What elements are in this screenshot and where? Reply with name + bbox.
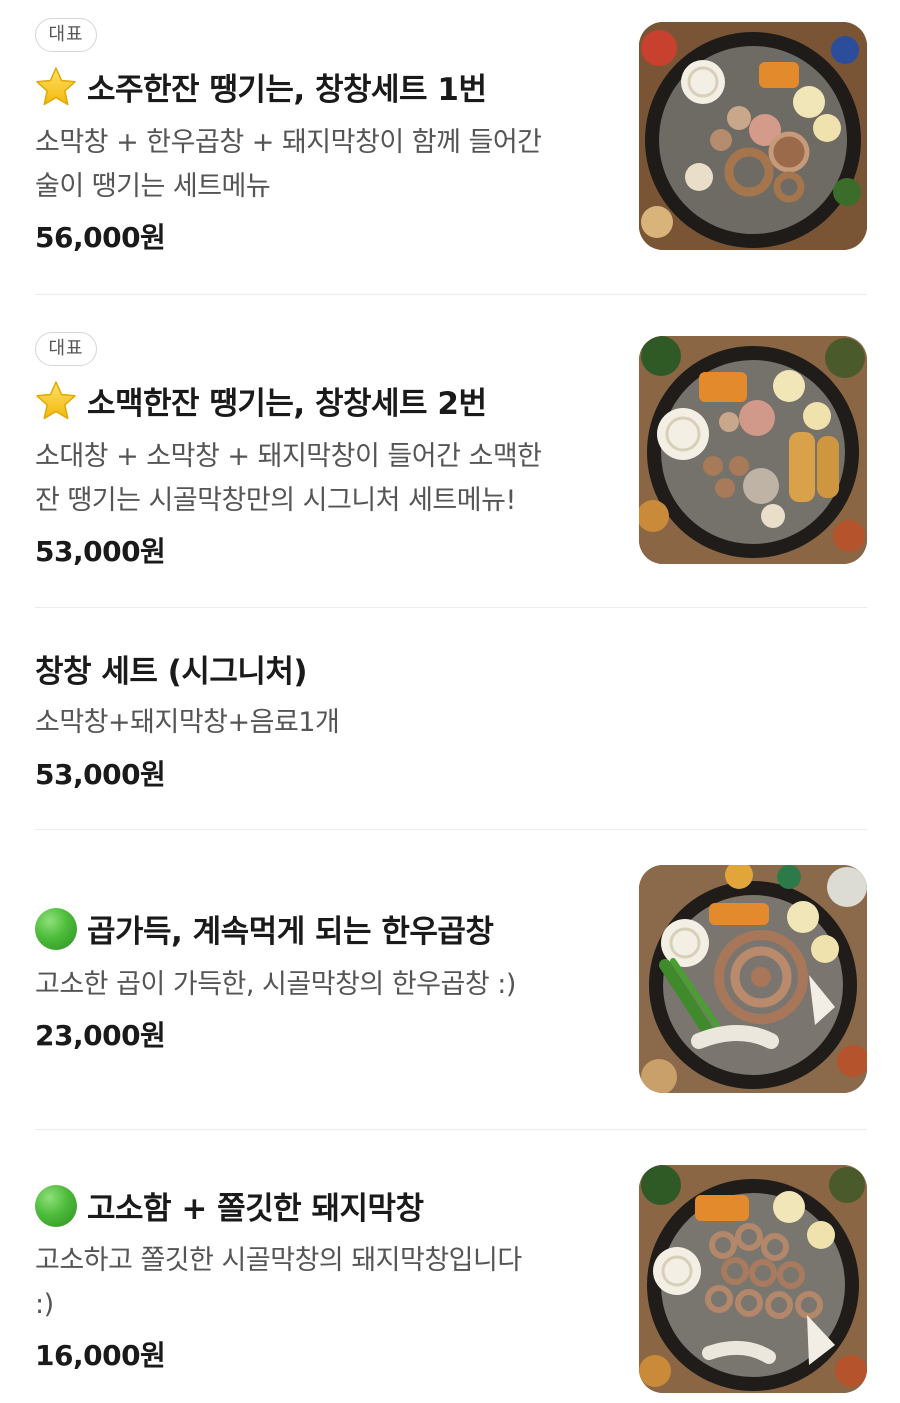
menu-item-description: 소대창 + 소막창 + 돼지막창이 들어간 소맥한 잔 땡기는 시골막창만의 시… — [35, 435, 595, 523]
menu-item-title-text: 소주한잔 땡기는, 창창세트 1번 — [87, 72, 487, 108]
description-line: 잔 땡기는 시골막창만의 시그니처 세트메뉴! — [35, 485, 516, 516]
menu-item-title-text: 곱가득, 계속먹게 되는 한우곱창 — [87, 914, 494, 950]
description-line: 술이 땡기는 세트메뉴 — [35, 171, 271, 202]
menu-item-title: 고소함 + 쫄깃한 돼지막창 — [35, 1183, 424, 1228]
description-line: 고소하고 쫄깃한 시골막창의 돼지막창입니다 — [35, 1245, 522, 1276]
menu-item-title: 소맥한잔 땡기는, 창창세트 2번 — [35, 378, 487, 423]
menu-item-photo[interactable] — [639, 865, 867, 1093]
menu-item-price: 56,000원 — [35, 221, 166, 254]
description-line: 소막창+돼지막창+음료1개 — [35, 707, 340, 738]
menu-item-hanwoo-gopchang[interactable]: 곱가득, 계속먹게 되는 한우곱창 고소한 곱이 가득한, 시골막창의 한우곱창… — [35, 830, 867, 1129]
green-circle-icon — [35, 907, 77, 950]
menu-item-title: 창창 세트 (시그니처) — [35, 646, 308, 691]
menu-item-price: 16,000원 — [35, 1339, 166, 1372]
menu-item-title-text: 고소함 + 쫄깃한 돼지막창 — [87, 1191, 424, 1227]
description-line: 고소한 곱이 가득한, 시골막창의 한우곱창 :) — [35, 969, 516, 1000]
menu-item-title: 곱가득, 계속먹게 되는 한우곱창 — [35, 906, 494, 951]
menu-item-description: 소막창 + 한우곱창 + 돼지막창이 함께 들어간 술이 땡기는 세트메뉴 — [35, 121, 595, 209]
menu-item-price: 53,000원 — [35, 758, 166, 791]
menu-item-title-text: 창창 세트 (시그니처) — [35, 654, 308, 690]
representative-badge: 대표 — [35, 18, 97, 52]
menu-list: 대표 소주한잔 땡기는, 창창세트 1번 소막창 + 한우곱창 + 돼지막창이 … — [0, 0, 900, 1403]
menu-item-price: 53,000원 — [35, 535, 166, 568]
menu-item-description: 소막창+돼지막창+음료1개 — [35, 701, 595, 745]
menu-item-title: 소주한잔 땡기는, 창창세트 1번 — [35, 64, 487, 109]
menu-item-description: 고소한 곱이 가득한, 시골막창의 한우곱창 :) — [35, 963, 595, 1007]
menu-item-price: 23,000원 — [35, 1019, 166, 1052]
menu-item-description: 고소하고 쫄깃한 시골막창의 돼지막창입니다 :) — [35, 1239, 595, 1327]
menu-item-title-text: 소맥한잔 땡기는, 창창세트 2번 — [87, 386, 487, 422]
menu-item-photo[interactable] — [639, 336, 867, 564]
star-icon — [35, 380, 77, 422]
menu-item-photo[interactable] — [639, 22, 867, 250]
star-icon — [35, 66, 77, 108]
description-line: :) — [35, 1289, 54, 1320]
menu-item-signature-set[interactable]: 창창 세트 (시그니처) 소막창+돼지막창+음료1개 53,000원 — [35, 608, 867, 829]
menu-item-pork-makchang[interactable]: 고소함 + 쫄깃한 돼지막창 고소하고 쫄깃한 시골막창의 돼지막창입니다 :)… — [35, 1130, 867, 1403]
green-circle-icon — [35, 1184, 77, 1227]
representative-badge: 대표 — [35, 332, 97, 366]
menu-item-set-2[interactable]: 대표 소맥한잔 땡기는, 창창세트 2번 소대창 + 소막창 + 돼지막창이 들… — [35, 295, 867, 607]
menu-item-photo[interactable] — [639, 1165, 867, 1393]
menu-item-set-1[interactable]: 대표 소주한잔 땡기는, 창창세트 1번 소막창 + 한우곱창 + 돼지막창이 … — [35, 0, 867, 294]
description-line: 소막창 + 한우곱창 + 돼지막창이 함께 들어간 — [35, 127, 542, 158]
description-line: 소대창 + 소막창 + 돼지막창이 들어간 소맥한 — [35, 441, 542, 472]
